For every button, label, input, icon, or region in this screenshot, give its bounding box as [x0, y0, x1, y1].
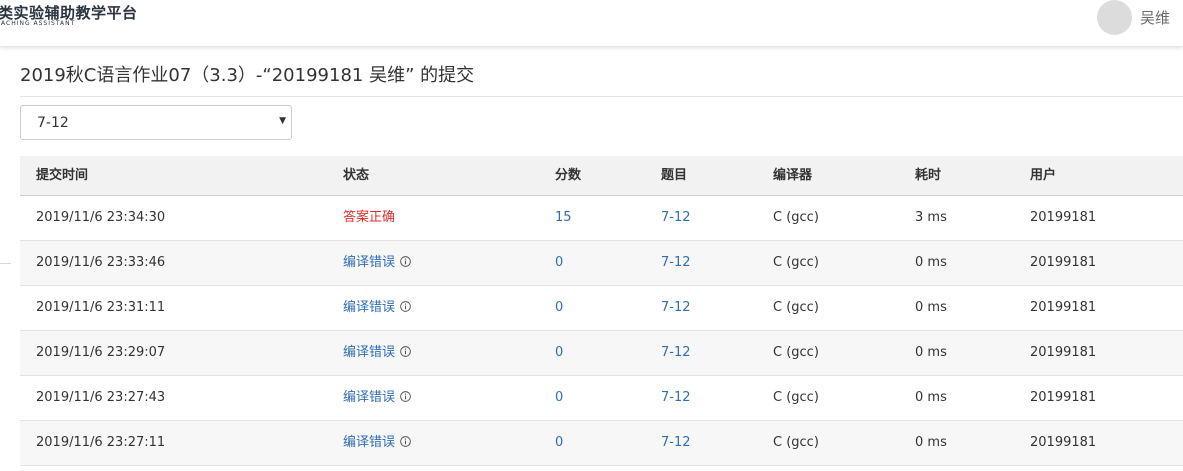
compiler: C (gcc) [773, 345, 819, 360]
info-circle-icon[interactable] [400, 332, 411, 357]
compiler: C (gcc) [773, 390, 819, 405]
score-link[interactable]: 0 [555, 376, 563, 420]
column-header-status: 状态 [343, 168, 370, 183]
table-row: 2019/11/6 23:31:11 编译错误 0 7-12 C (gcc) 0 ms 20… [20, 286, 1183, 331]
info-circle-icon[interactable] [400, 242, 411, 267]
table-row: 2019/11/6 23:34:30 答案正确 15 7-12 C (gcc) 3 ms 2… [20, 196, 1183, 241]
score-link[interactable]: 15 [555, 196, 572, 240]
problem-select[interactable]: 7-12 ▼ [20, 105, 292, 140]
score-link[interactable]: 0 [555, 286, 563, 330]
problem-link[interactable]: 7-12 [661, 241, 691, 285]
problem-link[interactable]: 7-12 [661, 376, 691, 420]
compiler: C (gcc) [773, 255, 819, 270]
status-text: 答案正确 [343, 210, 396, 225]
table-row: 2019/11/6 23:27:11 编译错误 0 7-12 C (gcc) 0 ms 20… [20, 421, 1183, 466]
table-row: 2019/11/6 23:29:07 编译错误 0 7-12 C (gcc) 0 ms 20… [20, 331, 1183, 376]
submission-status[interactable]: 编译错误 [343, 376, 411, 420]
status-text: 编译错误 [343, 300, 396, 315]
column-header-duration: 耗时 [915, 168, 942, 183]
column-header-submit-time: 提交时间 [36, 168, 89, 183]
page-title: 2019秋C语言作业07（3.3）-“20199181 吴维” 的提交 [20, 65, 475, 86]
duration: 0 ms [915, 255, 947, 270]
submit-time: 2019/11/6 23:34:30 [36, 210, 166, 225]
submit-time: 2019/11/6 23:31:11 [36, 300, 166, 315]
top-navbar: 类实验辅助教学平台 ACHING ASSISTANT 吴维 [0, 0, 1183, 47]
compiler: C (gcc) [773, 210, 819, 225]
status-text: 编译错误 [343, 435, 396, 450]
table-row: 2019/11/6 23:27:43 编译错误 0 7-12 C (gcc) 0 ms 20… [20, 376, 1183, 421]
title-divider [20, 96, 1183, 97]
info-circle-icon[interactable] [400, 422, 411, 447]
status-text: 编译错误 [343, 255, 396, 270]
duration: 3 ms [915, 210, 947, 225]
submit-time: 2019/11/6 23:29:07 [36, 345, 166, 360]
compiler: C (gcc) [773, 435, 819, 450]
duration: 0 ms [915, 345, 947, 360]
problem-link[interactable]: 7-12 [661, 421, 691, 465]
user-id: 20199181 [1030, 390, 1097, 405]
column-header-score: 分数 [555, 168, 582, 183]
submit-time: 2019/11/6 23:27:43 [36, 390, 166, 405]
avatar[interactable] [1097, 0, 1132, 35]
user-id: 20199181 [1030, 300, 1097, 315]
table-body: 2019/11/6 23:34:30 答案正确 15 7-12 C (gcc) 3 ms 2… [20, 196, 1183, 466]
score-link[interactable]: 0 [555, 331, 563, 375]
submission-status[interactable]: 编译错误 [343, 286, 411, 330]
platform-logo-subtitle: ACHING ASSISTANT [1, 20, 76, 27]
submission-status[interactable]: 答案正确 [343, 196, 395, 240]
submission-status[interactable]: 编译错误 [343, 421, 411, 465]
status-text: 编译错误 [343, 390, 396, 405]
column-header-compiler: 编译器 [773, 168, 813, 183]
user-id: 20199181 [1030, 435, 1097, 450]
compiler: C (gcc) [773, 300, 819, 315]
problem-select-value: 7-12 [37, 115, 69, 131]
status-text: 编译错误 [343, 345, 396, 360]
score-link[interactable]: 0 [555, 241, 563, 285]
problem-link[interactable]: 7-12 [661, 331, 691, 375]
submit-time: 2019/11/6 23:27:11 [36, 435, 166, 450]
table-row: 2019/11/6 23:33:46 编译错误 0 7-12 C (gcc) 0 ms 20… [20, 241, 1183, 286]
duration: 0 ms [915, 435, 947, 450]
caret-down-icon: ▼ [279, 116, 286, 126]
side-divider [0, 263, 11, 264]
user-id: 20199181 [1030, 210, 1097, 225]
submission-status[interactable]: 编译错误 [343, 331, 411, 375]
user-id: 20199181 [1030, 345, 1097, 360]
column-header-user: 用户 [1030, 168, 1057, 183]
submission-status[interactable]: 编译错误 [343, 241, 411, 285]
submit-time: 2019/11/6 23:33:46 [36, 255, 166, 270]
user-id: 20199181 [1030, 255, 1097, 270]
duration: 0 ms [915, 390, 947, 405]
user-name[interactable]: 吴维 [1140, 7, 1170, 28]
info-circle-icon[interactable] [400, 377, 411, 402]
problem-link[interactable]: 7-12 [661, 286, 691, 330]
submissions-table: 提交时间 状态 分数 题目 编译器 耗时 用户 2019/11/6 23:34:… [20, 156, 1183, 466]
info-circle-icon[interactable] [400, 287, 411, 312]
problem-link[interactable]: 7-12 [661, 196, 691, 240]
column-header-problem: 题目 [661, 168, 688, 183]
duration: 0 ms [915, 300, 947, 315]
score-link[interactable]: 0 [555, 421, 563, 465]
table-header: 提交时间 状态 分数 题目 编译器 耗时 用户 [20, 156, 1183, 196]
